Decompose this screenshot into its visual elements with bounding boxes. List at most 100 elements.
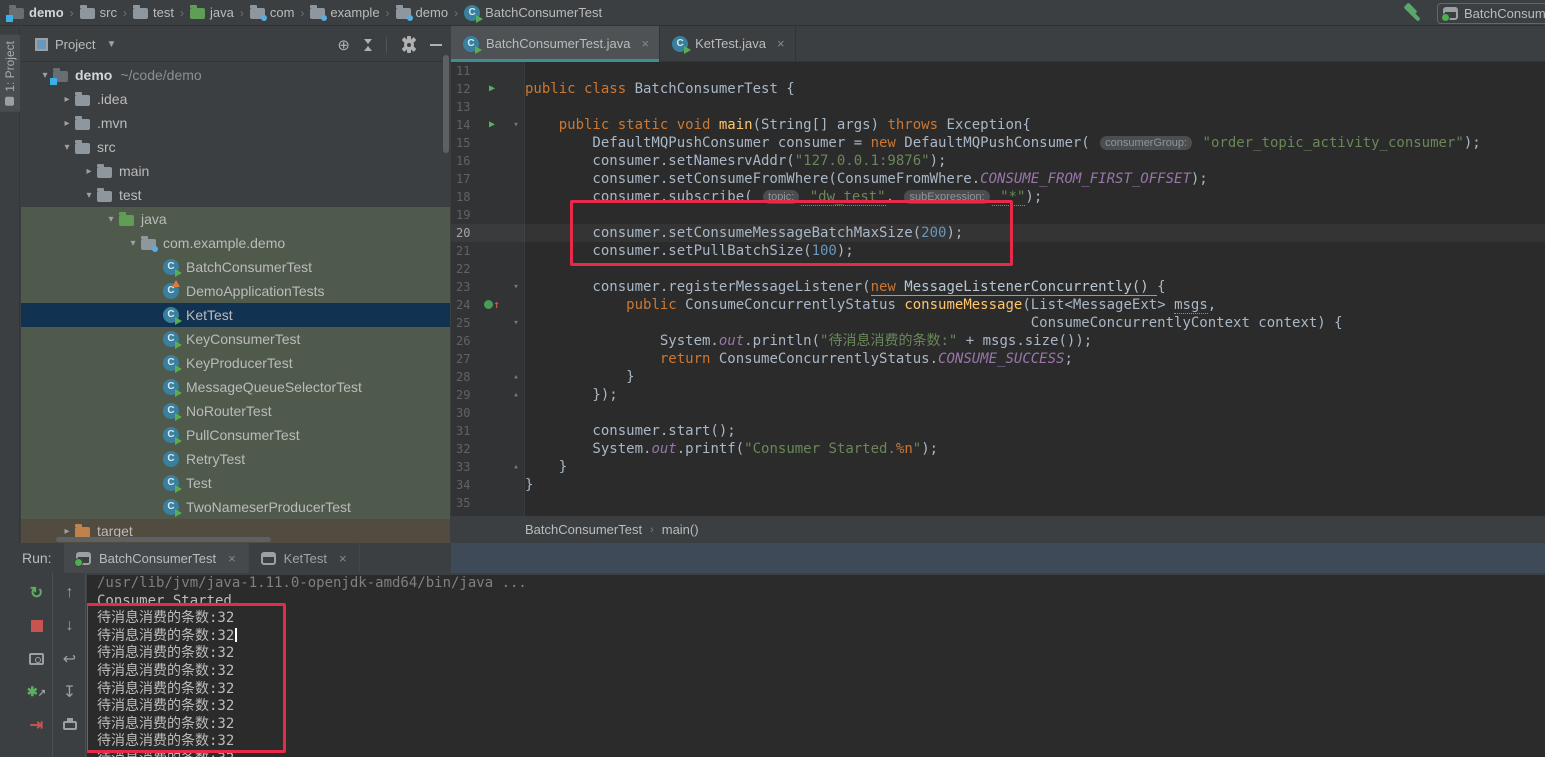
tree-vertical-scrollbar[interactable] — [443, 55, 449, 153]
code-token: System. — [525, 441, 651, 457]
settings-gear-icon[interactable] — [401, 37, 416, 52]
console-line: /usr/lib/jvm/java-1.11.0-openjdk-amd64/b… — [87, 575, 1545, 593]
exit-icon[interactable]: ⇥ — [27, 715, 47, 735]
console-output[interactable]: /usr/lib/jvm/java-1.11.0-openjdk-amd64/b… — [87, 575, 1545, 757]
tree-row[interactable]: CPullConsumerTest — [21, 423, 450, 447]
breadcrumb-label: test — [153, 5, 174, 20]
tree-row[interactable]: CTwoNameserProducerTest — [21, 495, 450, 519]
fold-marker-icon[interactable]: ▴ — [507, 368, 525, 386]
close-tab-icon[interactable]: × — [777, 36, 785, 51]
project-view-select[interactable]: Project ▼ — [21, 37, 116, 52]
attach-debugger-icon[interactable]: ✱↗ — [27, 682, 47, 702]
breadcrumb-item[interactable]: example — [307, 5, 382, 20]
code-token: out — [651, 441, 676, 457]
implements-gutter-icon[interactable]: ↑ — [477, 296, 507, 314]
editor-tab[interactable]: CBatchConsumerTest.java× — [451, 26, 660, 61]
breadcrumb-item[interactable]: com — [247, 5, 298, 20]
code-editor[interactable]: 1112▶public class BatchConsumerTest {131… — [451, 62, 1545, 516]
thread-dump-camera-icon[interactable] — [27, 649, 47, 669]
fold-marker-icon[interactable]: ▾ — [507, 278, 525, 296]
breadcrumb-item[interactable]: demo — [6, 5, 67, 20]
chevron-right-icon[interactable]: ▸ — [59, 94, 75, 105]
editor-tab[interactable]: CKetTest.java× — [660, 26, 795, 61]
scroll-to-end-icon[interactable]: ↧ — [60, 682, 80, 702]
close-tab-icon[interactable]: × — [339, 551, 347, 566]
tree-row[interactable]: CRetryTest — [21, 447, 450, 471]
run-gutter-icon[interactable]: ▶ — [477, 116, 507, 134]
hide-panel-icon[interactable] — [430, 44, 442, 46]
tree-row[interactable]: CMessageQueueSelectorTest — [21, 375, 450, 399]
test-source-folder-icon — [190, 8, 205, 19]
tree-item-label: src — [97, 139, 116, 155]
code-token: 200 — [921, 225, 946, 241]
tree-row[interactable]: CTest — [21, 471, 450, 495]
tree-row[interactable]: CNoRouterTest — [21, 399, 450, 423]
locate-file-icon[interactable]: ⊕ — [337, 36, 350, 54]
tree-row[interactable]: ▾java — [21, 207, 450, 231]
breadcrumb-class[interactable]: BatchConsumerTest — [525, 522, 642, 537]
tree-row[interactable]: ▾demo~/code/demo — [21, 63, 450, 87]
code-token: + msgs.size()); — [957, 333, 1092, 349]
console-line: 待消息消费的条数:32 — [87, 716, 1545, 734]
chevron-down-icon[interactable]: ▾ — [81, 190, 97, 201]
line-number: 26 — [451, 332, 477, 350]
run-tab[interactable]: BatchConsumerTest× — [64, 543, 249, 573]
rerun-icon[interactable]: ↻ — [27, 583, 47, 603]
build-hammer-icon[interactable] — [1403, 3, 1423, 23]
print-icon[interactable] — [60, 715, 80, 735]
run-config-select[interactable]: BatchConsumerTest — [1437, 3, 1545, 24]
breadcrumb-item[interactable]: demo — [393, 5, 452, 20]
chevron-right-icon[interactable]: ▸ — [59, 526, 75, 537]
breadcrumb-item[interactable]: test — [130, 5, 177, 20]
tree-horizontal-scrollbar[interactable] — [56, 537, 271, 542]
tree-row[interactable]: ▾test — [21, 183, 450, 207]
console-line: Consumer Started. — [87, 593, 1545, 611]
close-tab-icon[interactable]: × — [642, 36, 650, 51]
chevron-down-icon[interactable]: ▾ — [103, 214, 119, 225]
code-line: 14▶▾ public static void main(String[] ar… — [451, 116, 1545, 134]
tree-row[interactable]: CKeyProducerTest — [21, 351, 450, 375]
parameter-hint: consumerGroup: — [1100, 136, 1192, 150]
tree-row[interactable]: ▾ src — [21, 135, 450, 159]
breadcrumb-method[interactable]: main() — [662, 522, 699, 537]
tree-row[interactable]: ▸main — [21, 159, 450, 183]
code-token: "*" — [992, 189, 1026, 206]
tree-row[interactable]: ▸.idea — [21, 87, 450, 111]
down-stack-icon[interactable]: ↓ — [60, 616, 80, 636]
code-token: consumer.start(); — [525, 423, 736, 439]
run-gutter-icon[interactable]: ▶ — [477, 80, 507, 98]
chevron-right-icon[interactable]: ▸ — [81, 166, 97, 177]
stripe-tab-project[interactable]: 1: Project — [0, 35, 20, 112]
tree-row[interactable]: CKetTest — [21, 303, 450, 327]
chevron-down-icon[interactable]: ▾ — [59, 142, 75, 153]
chevron-down-icon[interactable]: ▾ — [125, 238, 141, 249]
soft-wrap-icon[interactable]: ↩ — [60, 649, 80, 669]
breadcrumb-item[interactable]: CBatchConsumerTest — [461, 5, 605, 21]
tree-item-label: KetTest — [186, 307, 233, 323]
gutter-slot — [477, 242, 507, 260]
fold-slot — [507, 476, 525, 494]
chevron-right-icon[interactable]: ▸ — [59, 118, 75, 129]
code-token: %n — [896, 441, 913, 457]
close-tab-icon[interactable]: × — [228, 551, 236, 566]
fold-marker-icon[interactable]: ▾ — [507, 116, 525, 134]
tree-row[interactable]: CBatchConsumerTest — [21, 255, 450, 279]
breadcrumb-item[interactable]: java — [187, 5, 237, 20]
breadcrumb-item[interactable]: src — [77, 5, 120, 20]
code-line: 17 consumer.setConsumeFromWhere(ConsumeF… — [451, 170, 1545, 188]
runnable-class-icon: C — [163, 427, 179, 443]
tree-row[interactable]: CKeyConsumerTest — [21, 327, 450, 351]
tree-item-label: TwoNameserProducerTest — [186, 499, 351, 515]
collapse-all-icon[interactable] — [364, 39, 372, 51]
stop-icon[interactable] — [27, 616, 47, 636]
run-tab[interactable]: KetTest× — [249, 543, 360, 573]
tree-row[interactable]: ▾com.example.demo — [21, 231, 450, 255]
up-stack-icon[interactable]: ↑ — [60, 583, 80, 603]
fold-slot — [507, 494, 525, 512]
fold-marker-icon[interactable]: ▴ — [507, 458, 525, 476]
tree-row[interactable]: CDemoApplicationTests — [21, 279, 450, 303]
fold-marker-icon[interactable]: ▾ — [507, 314, 525, 332]
code-text: consumer.start(); — [525, 422, 736, 440]
fold-marker-icon[interactable]: ▴ — [507, 386, 525, 404]
tree-row[interactable]: ▸.mvn — [21, 111, 450, 135]
